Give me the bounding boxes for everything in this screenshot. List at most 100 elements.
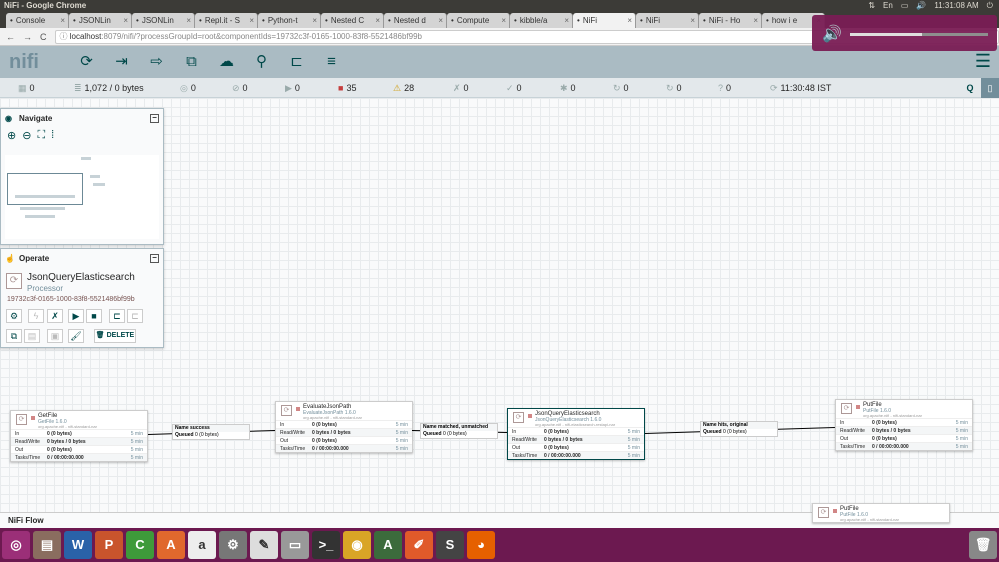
paste-button[interactable]: ▤: [24, 329, 40, 343]
terminal-icon[interactable]: >_: [312, 531, 340, 559]
network-icon[interactable]: ⇅: [868, 0, 875, 12]
actual-size-icon[interactable]: ⁞: [51, 129, 54, 142]
color-button[interactable]: 🖌: [68, 329, 84, 343]
files-icon[interactable]: ▤: [33, 531, 61, 559]
viewport-rect[interactable]: [7, 173, 83, 205]
disable-button[interactable]: ✗: [47, 309, 63, 323]
close-tab-icon[interactable]: ×: [60, 13, 68, 28]
group-button[interactable]: ▣: [47, 329, 63, 343]
tab-label: JSONLin: [141, 16, 174, 25]
tab-8[interactable]: • kibble/a ×: [510, 13, 573, 28]
tab-2[interactable]: • JSONLin ×: [132, 13, 195, 28]
close-tab-icon[interactable]: ×: [249, 13, 257, 28]
tab-6[interactable]: • Nested d ×: [384, 13, 447, 28]
configure-button[interactable]: ⚙: [6, 309, 22, 323]
breadcrumb-root[interactable]: NiFi Flow: [8, 516, 44, 525]
processor-putfile[interactable]: ⟳ PutFile PutFile 1.6.0 org.apache.nifi - n…: [835, 399, 973, 451]
chrome-icon[interactable]: ◉: [343, 531, 371, 559]
close-tab-icon[interactable]: ×: [690, 13, 698, 28]
tab-4[interactable]: • Python-t ×: [258, 13, 321, 28]
tab-7[interactable]: • Compute ×: [447, 13, 510, 28]
enable-button[interactable]: ϟ: [28, 309, 44, 323]
input-port-icon[interactable]: ⇥: [104, 50, 139, 74]
tab-5[interactable]: • Nested C ×: [321, 13, 384, 28]
tab-0[interactable]: • Console ×: [6, 13, 69, 28]
connection-label[interactable]: Name hits, original Queued 0 (0 bytes): [700, 421, 778, 437]
editor-icon[interactable]: ✐: [405, 531, 433, 559]
disk-icon[interactable]: ▭: [281, 531, 309, 559]
battery-icon[interactable]: ▭: [901, 0, 909, 12]
fit-icon[interactable]: ⛶: [37, 129, 45, 142]
zoom-out-icon[interactable]: ⊖: [22, 129, 31, 142]
sublime-icon[interactable]: S: [436, 531, 464, 559]
amazon-icon[interactable]: a: [188, 531, 216, 559]
tab-9[interactable]: • NiFi ×: [573, 13, 636, 28]
start-button[interactable]: ▶: [68, 309, 84, 323]
atom-icon[interactable]: A: [374, 531, 402, 559]
label-icon[interactable]: ≡: [314, 50, 349, 74]
volume-slider[interactable]: [850, 33, 988, 36]
birdseye-view[interactable]: [5, 155, 159, 239]
tab-11[interactable]: • NiFi - Ho ×: [699, 13, 762, 28]
clock[interactable]: 11:31:08 AM: [934, 0, 978, 12]
close-tab-icon[interactable]: ×: [186, 13, 194, 28]
copy-button[interactable]: ⧉: [6, 329, 22, 343]
tab-1[interactable]: • JSONLin ×: [69, 13, 132, 28]
close-tab-icon[interactable]: ×: [564, 13, 572, 28]
bulletin-board-icon[interactable]: ▯: [981, 78, 999, 98]
processor-putfile[interactable]: ⟳ PutFile PutFile 1.6.0 org.apache.nifi - n…: [812, 503, 950, 523]
close-tab-icon[interactable]: ×: [123, 13, 131, 28]
close-tab-icon[interactable]: ×: [501, 13, 509, 28]
tab-3[interactable]: • Repl.it - S ×: [195, 13, 258, 28]
zoom-in-icon[interactable]: ⊕: [7, 129, 16, 142]
hamburger-menu-icon[interactable]: ☰: [975, 51, 991, 72]
status-stale: ↻ 0: [613, 83, 629, 93]
create-template-button[interactable]: ⊏: [109, 309, 125, 323]
close-tab-icon[interactable]: ×: [375, 13, 383, 28]
compass-icon: ◉: [5, 114, 12, 123]
processor-jsonqueryelasticsearch[interactable]: ⟳ JsonQueryElasticsearch JsonQueryElastics…: [507, 408, 645, 460]
close-tab-icon[interactable]: ×: [753, 13, 761, 28]
power-icon[interactable]: ⏻: [987, 0, 993, 12]
search-icon[interactable]: Q: [961, 78, 979, 98]
close-tab-icon[interactable]: ×: [627, 13, 635, 28]
navigate-title: Navigate: [19, 114, 53, 123]
reload-icon[interactable]: C: [40, 32, 47, 42]
connection-label[interactable]: Name matched, unmatched Queued 0 (0 bytes…: [420, 423, 498, 439]
stat-row-in: In 0 (0 bytes) 5 min: [836, 418, 972, 426]
collapse-icon[interactable]: −: [150, 114, 159, 123]
running-icon: ▶: [285, 83, 292, 93]
close-tab-icon[interactable]: ×: [438, 13, 446, 28]
forward-icon[interactable]: →: [23, 32, 32, 42]
processor-evaluatejsonpath[interactable]: ⟳ EvaluateJsonPath EvaluateJsonPath 1.6.0 o…: [275, 401, 413, 453]
tab-label: Console: [15, 16, 46, 25]
sound-icon[interactable]: 🔊: [916, 0, 926, 12]
funnel-icon[interactable]: ⚲: [244, 50, 279, 74]
remote-process-group-icon[interactable]: ☁: [209, 50, 244, 74]
calc-icon[interactable]: C: [126, 531, 154, 559]
upload-template-button[interactable]: ⊏: [127, 309, 143, 323]
stop-button[interactable]: ■: [86, 309, 102, 323]
text-editor-icon[interactable]: ✎: [250, 531, 278, 559]
firefox-icon[interactable]: ◕: [467, 531, 495, 559]
process-group-icon[interactable]: ⧉: [174, 50, 209, 74]
processor-getfile[interactable]: ⟳ GetFile GetFile 1.6.0 org.apache.nifi - n…: [10, 410, 148, 462]
output-port-icon[interactable]: ⇨: [139, 50, 174, 74]
connection-label[interactable]: Name success Queued 0 (0 bytes): [172, 424, 250, 440]
trash-icon[interactable]: 🗑: [969, 531, 997, 559]
processor-icon: ⟳: [281, 405, 292, 416]
settings-icon[interactable]: ⚙: [219, 531, 247, 559]
impress-icon[interactable]: P: [95, 531, 123, 559]
collapse-icon[interactable]: −: [150, 254, 159, 263]
ubuntu-icon[interactable]: ◎: [2, 531, 30, 559]
processor-tool-icon[interactable]: ⟳: [69, 50, 104, 74]
keyboard-indicator[interactable]: En: [883, 0, 893, 12]
writer-icon[interactable]: W: [64, 531, 92, 559]
tab-10[interactable]: • NiFi ×: [636, 13, 699, 28]
template-icon[interactable]: ⊏: [279, 50, 314, 74]
close-tab-icon[interactable]: ×: [312, 13, 320, 28]
software-center-icon[interactable]: A: [157, 531, 185, 559]
tab-label: Nested C: [330, 16, 365, 25]
back-icon[interactable]: ←: [6, 32, 15, 42]
delete-button[interactable]: 🗑 DELETE: [94, 329, 136, 343]
